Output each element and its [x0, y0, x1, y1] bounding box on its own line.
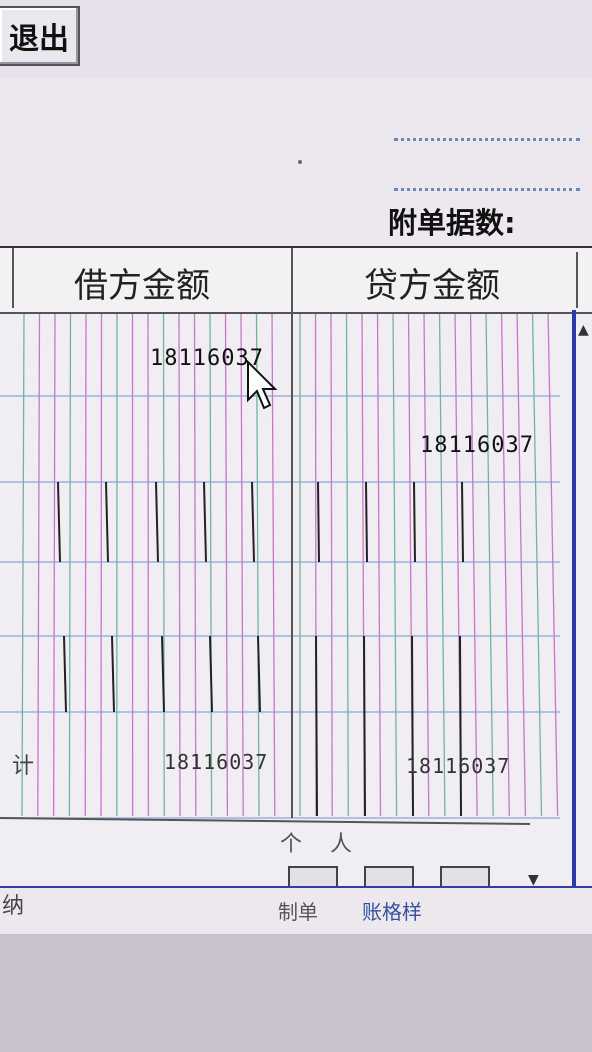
template-label[interactable]: 账格样: [362, 896, 422, 925]
grid-frame-right: [572, 310, 576, 900]
unit-separator: [315, 635, 318, 817]
unit-separator: [105, 481, 109, 563]
credit-digit-line: [438, 309, 446, 817]
debit-digit-line: [162, 309, 165, 817]
credit-digit-line: [485, 309, 494, 817]
debit-digit-line: [240, 309, 244, 817]
unit-separator: [317, 481, 320, 563]
credit-digit-line: [469, 309, 478, 817]
unit-separator: [155, 481, 159, 563]
debit-digit-line: [68, 309, 72, 817]
credit-digit-line: [376, 309, 382, 817]
credit-digit-line: [516, 309, 527, 817]
debit-amount-header: 借方金额: [74, 266, 210, 306]
grid-bottom-line: [0, 817, 531, 825]
debit-digit-line: [193, 309, 197, 817]
scroll-up-icon[interactable]: ▲: [578, 322, 589, 338]
unit-separator: [459, 635, 462, 817]
row2-credit-amount[interactable]: 18116037: [420, 433, 534, 458]
footer-left-text: 纳: [2, 894, 25, 919]
unit-separator: [365, 481, 368, 563]
personal-label: 个人: [280, 832, 381, 857]
header-divider-right: [576, 252, 578, 308]
unit-separator: [203, 481, 207, 563]
unit-separator: [251, 481, 255, 563]
credit-digit-line: [547, 309, 559, 817]
dot-mark: [298, 160, 302, 164]
unit-separator: [57, 481, 61, 563]
total-label: 计: [12, 754, 35, 779]
header-divider-left: [12, 248, 14, 308]
total-debit-amount: 18116037: [164, 750, 269, 774]
exit-button[interactable]: 退出: [0, 6, 80, 66]
debit-digit-line: [178, 309, 181, 817]
credit-digit-line: [345, 309, 349, 817]
form-field-line-2[interactable]: [394, 188, 580, 191]
credit-digit-line: [500, 309, 510, 817]
debit-digit-line: [52, 309, 56, 817]
credit-digit-line: [423, 309, 430, 817]
attachments-label: 附单据数:: [388, 206, 516, 240]
unit-separator: [461, 481, 464, 563]
mouse-pointer-icon: [247, 360, 278, 410]
unit-separator: [413, 481, 416, 563]
unit-separator: [363, 635, 366, 817]
toolbar: 退出: [0, 0, 592, 79]
credit-digit-line: [330, 309, 333, 817]
debit-digit-line: [100, 309, 103, 817]
debit-digit-line: [21, 309, 25, 817]
credit-digit-line: [531, 309, 543, 817]
unit-separator: [111, 635, 115, 713]
credit-amount-header: 贷方金额: [364, 266, 500, 306]
maker-label: 制单: [278, 900, 318, 924]
desktop-background: [0, 934, 592, 1052]
debit-digit-line: [209, 309, 213, 817]
debit-digit-line: [224, 309, 229, 817]
unit-separator: [63, 635, 67, 713]
total-credit-amount: 18116037: [406, 754, 511, 778]
debit-credit-divider: [291, 248, 293, 818]
unit-separator: [411, 635, 414, 817]
debit-digit-line: [37, 309, 41, 817]
debit-digit-line: [84, 309, 87, 817]
form-field-line-1[interactable]: [394, 138, 580, 141]
credit-digit-line: [392, 309, 398, 817]
